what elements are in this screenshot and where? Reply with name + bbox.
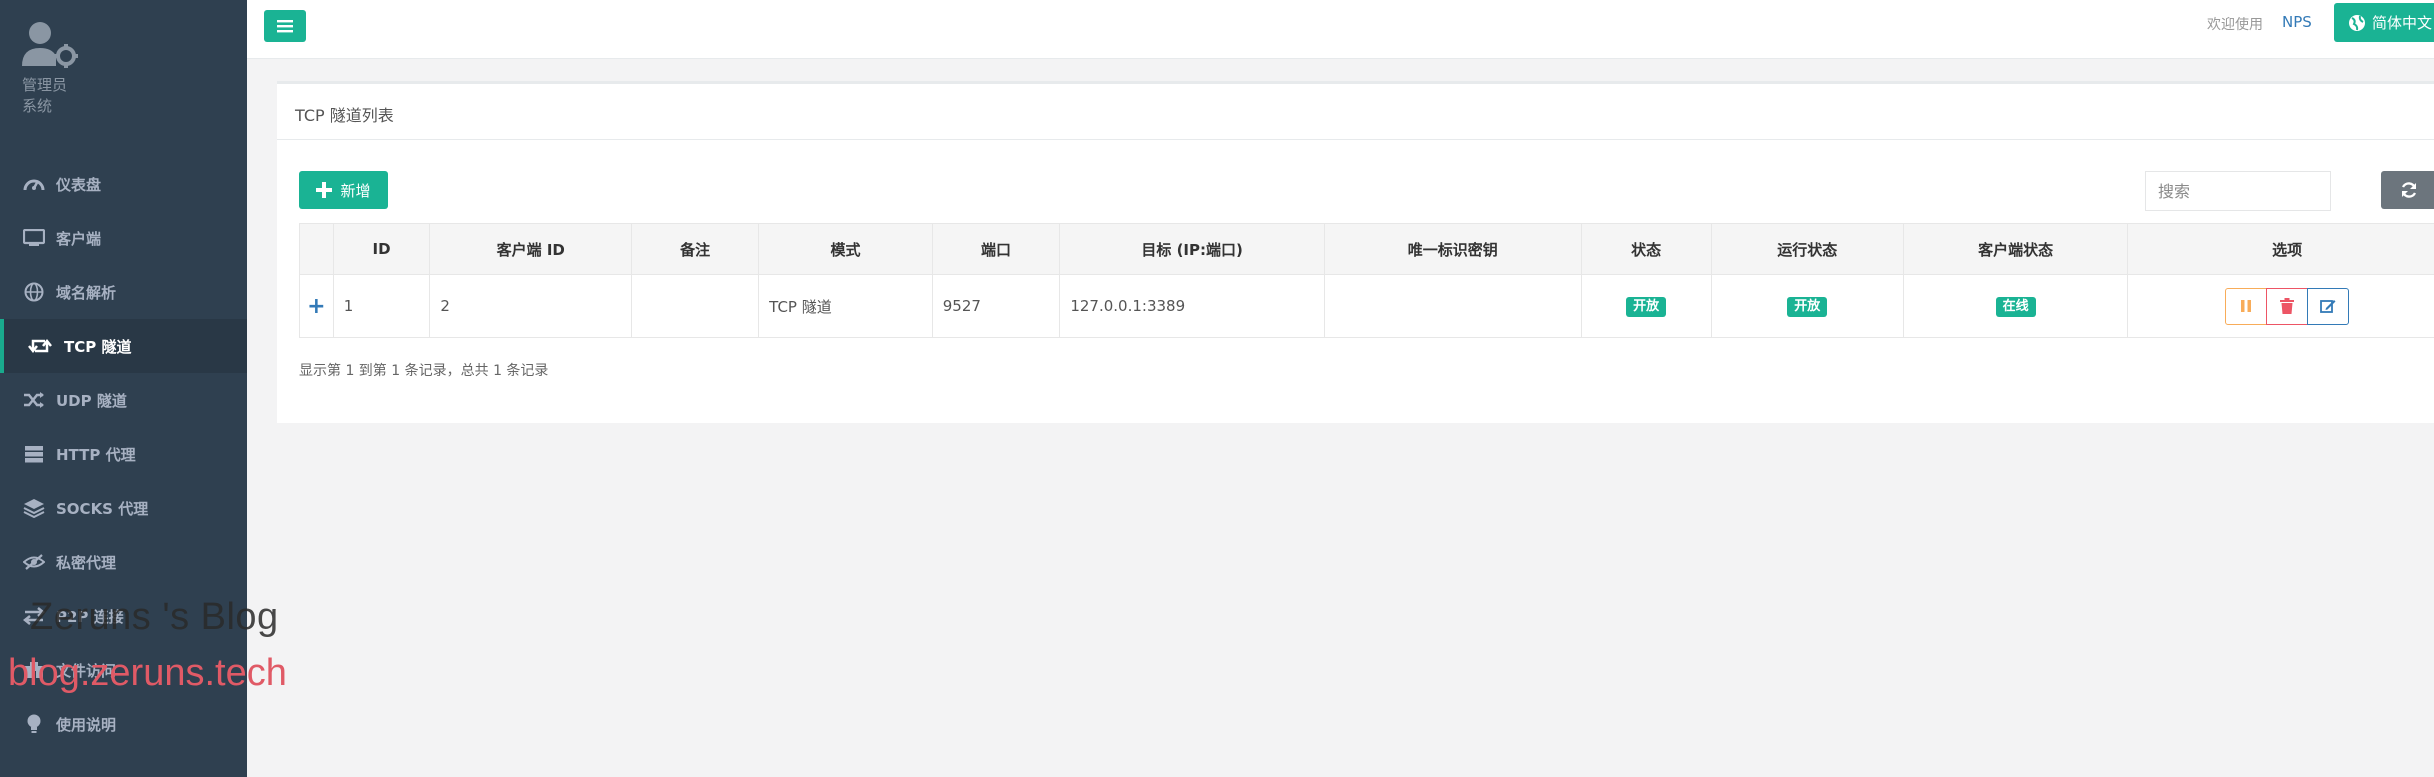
role-label: 管理员 (22, 76, 68, 94)
edit-button[interactable] (2307, 287, 2350, 325)
plus-icon (316, 182, 333, 198)
cell-target: 127.0.0.1:3389 (1059, 274, 1325, 338)
row-actions (2225, 287, 2350, 325)
tunnel-list-panel: TCP 隧道列表 新增 ID 客户端 ID 备注 模式 端口 目标 (IP:端口… (277, 81, 2434, 423)
column-header-port[interactable]: 端口 (931, 223, 1061, 275)
sidebar-item-secret-proxy[interactable]: 私密代理 (0, 535, 247, 589)
dashboard-icon (22, 174, 46, 194)
sidebar-item-label: 文件访问 (56, 661, 117, 680)
table-row: + 1 2 TCP 隧道 9527 127.0.0.1:3389 开放 开放 在… (299, 274, 2434, 338)
sidebar-item-clients[interactable]: 客户端 (0, 211, 247, 265)
column-header-options: 选项 (2127, 223, 2434, 275)
column-header-expand (299, 223, 334, 275)
column-header-id[interactable]: ID (332, 223, 431, 275)
sidebar-item-label: TCP 隧道 (64, 337, 132, 356)
sidebar-item-socks-proxy[interactable]: SOCKS 代理 (0, 481, 247, 535)
cell-status: 开放 (1580, 274, 1712, 338)
sidebar-item-label: HTTP 代理 (56, 445, 136, 464)
cell-mode: TCP 隧道 (758, 274, 933, 338)
search-input[interactable] (2145, 171, 2331, 211)
sidebar-item-udp-tunnel[interactable]: UDP 隧道 (0, 373, 247, 427)
panel-title: TCP 隧道列表 (277, 84, 2434, 140)
column-header-status[interactable]: 状态 (1580, 223, 1712, 275)
client-status-badge: 在线 (1995, 296, 2036, 317)
table-header-row: ID 客户端 ID 备注 模式 端口 目标 (IP:端口) 唯一标识密钥 状态 … (299, 223, 2434, 275)
sidebar-item-label: 域名解析 (56, 283, 117, 302)
pause-icon (2241, 300, 2252, 312)
tunnel-table: ID 客户端 ID 备注 模式 端口 目标 (IP:端口) 唯一标识密钥 状态 … (299, 223, 2434, 338)
sidebar-item-label: 仪表盘 (56, 175, 102, 194)
server-icon (22, 444, 46, 464)
role-sub-label: 系统 (22, 97, 53, 115)
sidebar: 管理员 系统 仪表盘 客户端 域名解析 TCP 隧道 UDP 隧道 HTTP 代… (0, 0, 247, 777)
cell-options (2127, 274, 2434, 338)
trash-icon (2280, 298, 2295, 314)
refresh-button[interactable] (2381, 171, 2434, 209)
expand-row-button[interactable]: + (299, 274, 334, 338)
sidebar-item-dashboard[interactable]: 仪表盘 (0, 157, 247, 211)
sidebar-item-domain[interactable]: 域名解析 (0, 265, 247, 319)
sidebar-item-tcp-tunnel[interactable]: TCP 隧道 (0, 319, 247, 373)
sidebar-item-help[interactable]: 使用说明 (0, 697, 247, 751)
language-button[interactable]: 简体中文 (2334, 3, 2434, 42)
column-header-mode[interactable]: 模式 (758, 223, 933, 275)
sidebar-item-label: UDP 隧道 (56, 391, 127, 410)
language-label: 简体中文 (2372, 14, 2433, 32)
retweet-icon (28, 336, 52, 356)
sidebar-nav: 仪表盘 客户端 域名解析 TCP 隧道 UDP 隧道 HTTP 代理 SOCKS… (0, 157, 247, 751)
add-tunnel-button[interactable]: 新增 (299, 171, 388, 209)
column-header-target[interactable]: 目标 (IP:端口) (1059, 223, 1325, 275)
eye-slash-icon (22, 552, 46, 572)
status-badge: 开放 (1626, 296, 1667, 317)
run-status-badge: 开放 (1787, 296, 1828, 317)
pause-button[interactable] (2225, 287, 2268, 325)
edit-icon (2320, 300, 2336, 313)
cell-run-status: 开放 (1710, 274, 1904, 338)
column-header-run-status[interactable]: 运行状态 (1710, 223, 1904, 275)
refresh-icon (2401, 182, 2417, 198)
cell-key (1323, 274, 1582, 338)
welcome-text: 欢迎使用 (2207, 17, 2263, 33)
globe-icon (22, 282, 46, 302)
delete-button[interactable] (2266, 287, 2309, 325)
column-header-client-status[interactable]: 客户端状态 (1902, 223, 2129, 275)
pagination-info: 显示第 1 到第 1 条记录，总共 1 条记录 (299, 363, 549, 379)
lightbulb-icon (22, 714, 46, 734)
layers-icon (22, 498, 46, 518)
cell-id: 1 (332, 274, 431, 338)
add-label: 新增 (340, 181, 371, 200)
hospital-icon (22, 660, 46, 680)
random-icon (22, 390, 46, 410)
sidebar-item-label: 客户端 (56, 229, 102, 248)
profile: 管理员 系统 (22, 20, 82, 117)
globe-icon (2349, 14, 2365, 31)
hamburger-icon (277, 20, 293, 33)
sidebar-item-label: 私密代理 (56, 553, 117, 572)
cell-remark (631, 274, 760, 338)
exchange-icon (22, 606, 46, 626)
monitor-icon (22, 228, 46, 248)
sidebar-item-label: 使用说明 (56, 715, 117, 734)
column-header-remark[interactable]: 备注 (631, 223, 760, 275)
column-header-client-id[interactable]: 客户端 ID (429, 223, 633, 275)
sidebar-item-label: SOCKS 代理 (56, 499, 149, 518)
sidebar-item-p2p[interactable]: P2P 连接 (0, 589, 247, 643)
cell-port: 9527 (931, 274, 1061, 338)
top-navbar: 欢迎使用 NPS 简体中文 (247, 0, 2434, 59)
sidebar-item-file-access[interactable]: 文件访问 (0, 643, 247, 697)
sidebar-item-label: P2P 连接 (56, 607, 124, 626)
cell-client-status: 在线 (1902, 274, 2129, 338)
nps-link[interactable]: NPS (2282, 13, 2312, 31)
sidebar-item-http-proxy[interactable]: HTTP 代理 (0, 427, 247, 481)
cell-client-id: 2 (429, 274, 633, 338)
menu-toggle-button[interactable] (264, 10, 306, 42)
column-header-key[interactable]: 唯一标识密钥 (1323, 223, 1582, 275)
user-settings-icon (22, 20, 82, 72)
